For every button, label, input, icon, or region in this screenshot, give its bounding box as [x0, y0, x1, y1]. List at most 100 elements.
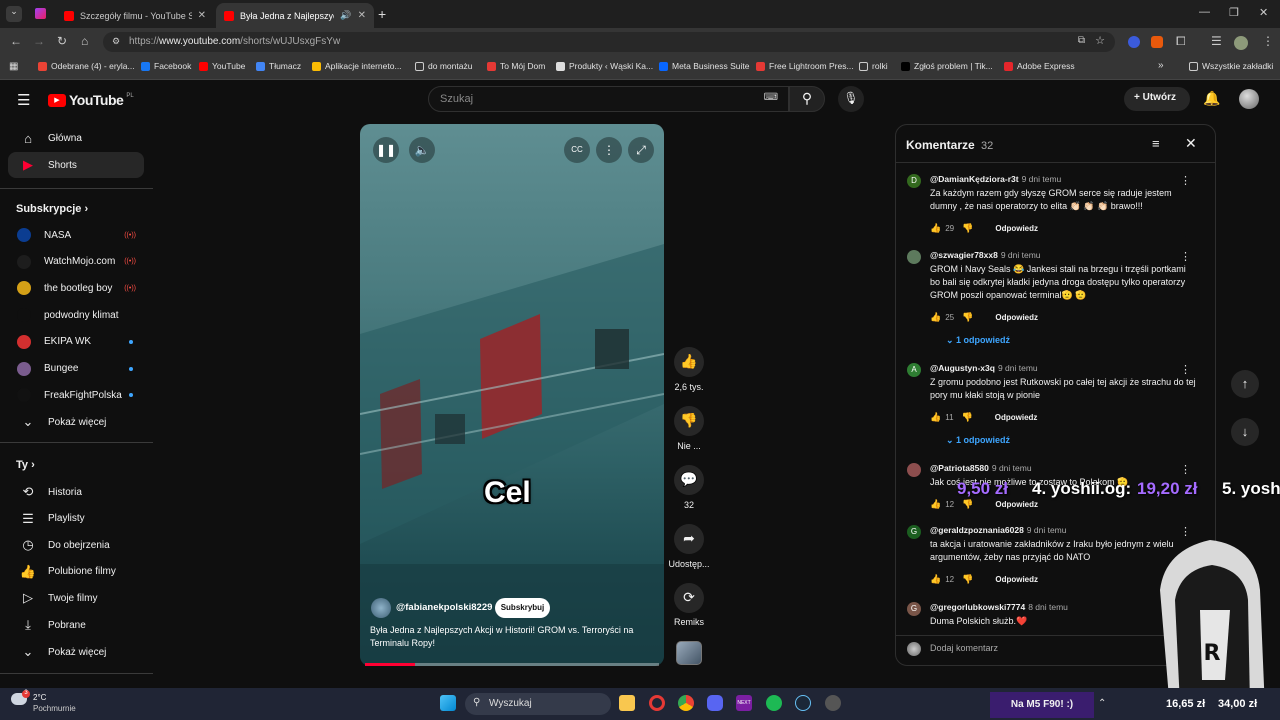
comment-like-icon[interactable]: 👍: [930, 499, 941, 510]
close-tab-icon[interactable]: ✕: [198, 10, 206, 21]
bookmark-item[interactable]: Produkty ‹ Wąski Ka...: [556, 61, 653, 71]
bookmark-item[interactable]: Aplikacje interneto...: [312, 61, 402, 71]
comment-author[interactable]: @gregorlubkowski7774: [930, 602, 1025, 612]
fullscreen-icon[interactable]: ⤢: [628, 137, 654, 163]
bookmark-item[interactable]: Tłumacz: [256, 61, 301, 71]
more-options-icon[interactable]: ⋮: [596, 137, 622, 163]
reply-button[interactable]: Odpowiedz: [995, 224, 1038, 233]
comment-like-icon[interactable]: 👍: [930, 312, 941, 323]
extension-red-icon[interactable]: [1151, 36, 1163, 48]
channel-name[interactable]: @fabianekpolski8229: [396, 602, 492, 613]
sidebar-item-you[interactable]: ⤓ Pobrane: [8, 612, 144, 638]
spotify-icon[interactable]: [766, 695, 782, 711]
restore-icon[interactable]: ❐: [1229, 6, 1239, 19]
tab-youtube-shorts[interactable]: Była Jedna z Najlepszych Akcji 🔊 ✕: [216, 3, 374, 28]
you-heading[interactable]: Ty ›: [16, 459, 35, 471]
notifications-bell-icon[interactable]: 🔔: [1203, 90, 1220, 107]
comment-author[interactable]: @szwagier78xx8: [930, 250, 998, 260]
comment-avatar[interactable]: A: [907, 363, 921, 377]
comment-avatar[interactable]: G: [907, 602, 921, 616]
workspace-icon[interactable]: [35, 8, 46, 19]
menu-hamburger-icon[interactable]: ☰: [17, 91, 30, 109]
comment-author[interactable]: @Patriota8580: [930, 463, 989, 473]
remix-button[interactable]: ⟳: [674, 583, 704, 613]
extensions-puzzle-icon[interactable]: ⧠: [1176, 34, 1186, 49]
subscription-item[interactable]: the bootleg boy ((•)): [8, 275, 144, 301]
comment-dislike-icon[interactable]: 👎: [962, 574, 973, 585]
subscription-item[interactable]: EKIPA WK: [8, 329, 144, 355]
file-explorer-icon[interactable]: [619, 695, 635, 711]
install-app-icon[interactable]: ⧉: [1078, 35, 1085, 46]
next-app-icon[interactable]: NEXT: [736, 695, 752, 711]
bookmarks-overflow-icon[interactable]: »: [1158, 60, 1164, 71]
shorts-video-player[interactable]: ❚❚ 🔈 CC ⋮ ⤢: [360, 124, 664, 666]
comment-dislike-icon[interactable]: 👎: [962, 223, 973, 234]
comment-menu-icon[interactable]: ⋮: [1180, 174, 1191, 187]
create-button[interactable]: + Utwórz: [1124, 87, 1190, 111]
keyboard-icon[interactable]: ⌨: [764, 92, 778, 103]
voice-search-button[interactable]: 🎙: [838, 86, 864, 112]
comment-avatar[interactable]: G: [907, 525, 921, 539]
pause-button[interactable]: ❚❚: [373, 137, 399, 163]
chrome-icon[interactable]: [678, 695, 694, 711]
comment-like-icon[interactable]: 👍: [930, 412, 941, 423]
close-window-icon[interactable]: ✕: [1259, 6, 1268, 19]
comment-dislike-icon[interactable]: 👎: [962, 312, 973, 323]
show-more-subscriptions[interactable]: ⌄ Pokaż więcej: [8, 409, 144, 435]
comments-button[interactable]: 💬: [674, 465, 704, 495]
opera-icon[interactable]: [649, 695, 665, 711]
comment-dislike-icon[interactable]: 👎: [962, 499, 973, 510]
show-more-you[interactable]: ⌄ Pokaż więcej: [8, 639, 144, 665]
all-bookmarks-button[interactable]: Wszystkie zakładki: [1189, 61, 1273, 71]
dislike-button[interactable]: 👎: [674, 406, 704, 436]
youtube-logo[interactable]: ▶ YouTube PL: [48, 92, 134, 108]
sidebar-item-shorts[interactable]: ▶ Shorts: [8, 152, 144, 178]
next-short-button[interactable]: ↓: [1231, 418, 1259, 446]
view-replies-button[interactable]: ⌄ 1 odpowiedź: [946, 435, 1010, 446]
bookmark-star-icon[interactable]: ☆: [1095, 34, 1105, 47]
video-progress-bar[interactable]: [365, 663, 659, 666]
comment-menu-icon[interactable]: ⋮: [1180, 463, 1191, 476]
reading-list-icon[interactable]: ☰: [1211, 34, 1222, 48]
sidebar-item-you[interactable]: ☰ Playlisty: [8, 506, 144, 532]
search-button[interactable]: ⚲: [789, 86, 825, 112]
home-browser-icon[interactable]: ⌂: [81, 34, 88, 48]
previous-short-button[interactable]: ↑: [1231, 370, 1259, 398]
subscribe-button[interactable]: Subskrybuj: [495, 598, 550, 618]
subscription-item[interactable]: NASA ((•)): [8, 222, 144, 248]
minimize-icon[interactable]: —: [1199, 6, 1210, 18]
comment-like-icon[interactable]: 👍: [930, 574, 941, 585]
close-tab-icon[interactable]: ✕: [358, 10, 366, 21]
sidebar-item-you[interactable]: ◷ Do obejrzenia: [8, 532, 144, 558]
speaker-icon[interactable]: 🔊: [340, 10, 351, 21]
bookmark-item[interactable]: Meta Business Suite: [659, 61, 749, 71]
bookmark-item[interactable]: rolki: [859, 61, 888, 71]
search-input[interactable]: Szukaj ⌨: [428, 86, 789, 112]
comment-avatar[interactable]: [907, 250, 921, 264]
captions-button[interactable]: CC: [564, 137, 590, 163]
reply-button[interactable]: Odpowiedz: [995, 500, 1038, 509]
subscription-item[interactable]: WatchMojo.com ((•)): [8, 249, 144, 275]
comment-avatar[interactable]: D: [907, 174, 921, 188]
extension-blue-icon[interactable]: [1128, 36, 1140, 48]
tab-youtube-studio[interactable]: Szczegóły filmu - YouTube Studio ✕: [56, 3, 214, 28]
reply-button[interactable]: Odpowiedz: [995, 575, 1038, 584]
subscription-item[interactable]: FreakFightPolska: [8, 382, 144, 408]
reply-button[interactable]: Odpowiedz: [995, 413, 1038, 422]
forward-icon[interactable]: →: [33, 34, 45, 48]
sidebar-item-you[interactable]: 👍 Polubione filmy: [8, 559, 144, 585]
channel-avatar[interactable]: [371, 598, 391, 618]
add-comment-input[interactable]: Dodaj komentarz: [930, 643, 998, 653]
comment-avatar[interactable]: [907, 463, 921, 477]
subscription-item[interactable]: Bungee: [8, 356, 144, 382]
bookmark-item[interactable]: Zgłoś problem | Tik...: [901, 61, 993, 71]
reply-button[interactable]: Odpowiedz: [995, 313, 1038, 322]
profile-icon[interactable]: [1234, 36, 1248, 50]
windows-start-icon[interactable]: [440, 695, 456, 711]
apps-grid-icon[interactable]: ▦: [9, 61, 18, 72]
bookmark-item[interactable]: Facebook: [141, 61, 191, 71]
tab-list-button[interactable]: ⌄: [6, 6, 22, 22]
sort-icon[interactable]: ≡: [1152, 136, 1160, 151]
sidebar-item-you[interactable]: ▷ Twoje filmy: [8, 585, 144, 611]
subscriptions-heading[interactable]: Subskrypcje ›: [16, 203, 88, 215]
